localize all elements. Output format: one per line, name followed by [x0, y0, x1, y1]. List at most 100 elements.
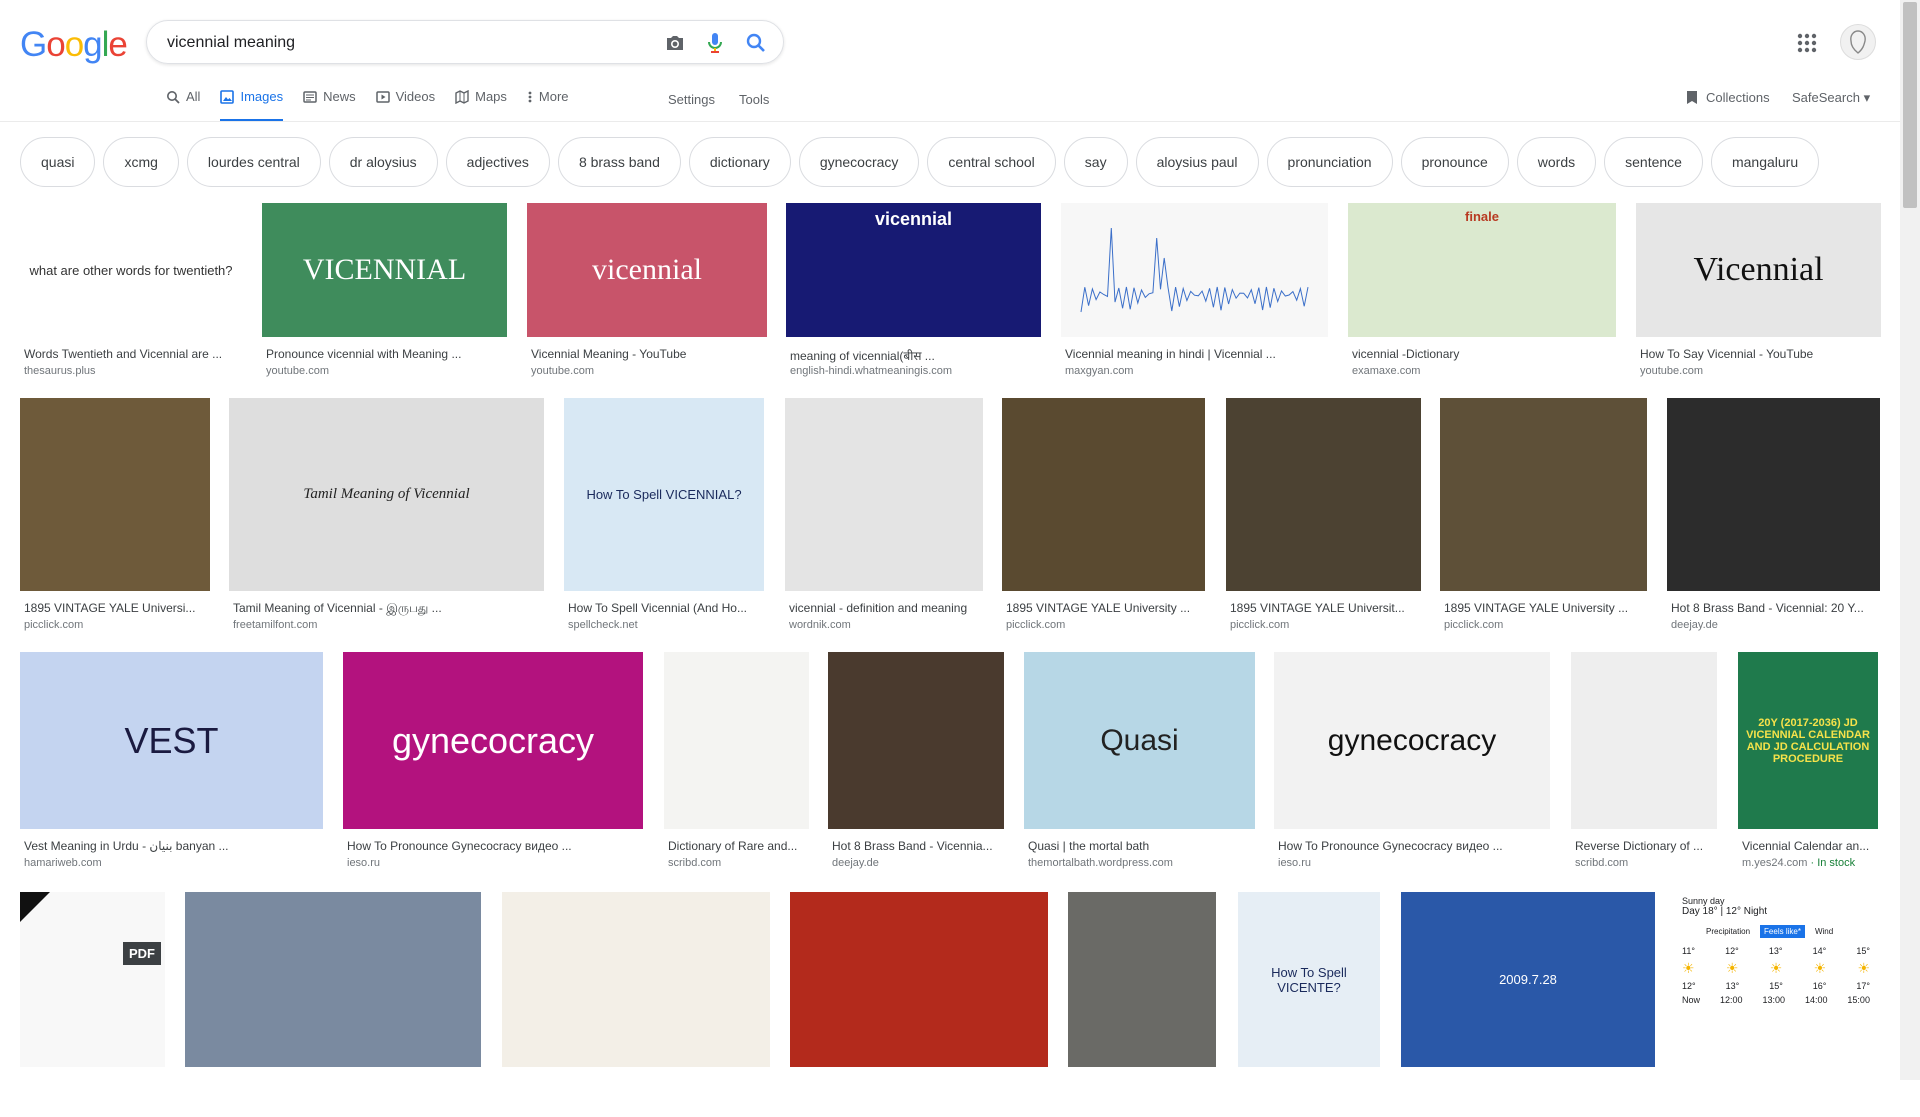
image-result[interactable]: VICENNIAL Pronounce vicennial with Meanin… [262, 203, 507, 387]
result-thumbnail[interactable] [1226, 398, 1421, 591]
image-result[interactable]: Tamil Meaning of Vicennial Tamil Meaning … [229, 398, 544, 641]
result-title[interactable]: 1895 VINTAGE YALE Universit... [1230, 601, 1419, 615]
chip[interactable]: aloysius paul [1135, 137, 1259, 187]
microphone-icon[interactable] [704, 32, 726, 54]
result-title[interactable]: Quasi | the mortal bath [1028, 839, 1253, 853]
result-thumbnail[interactable] [1002, 398, 1205, 591]
result-thumbnail[interactable]: Quasi [1024, 652, 1255, 829]
result-thumbnail[interactable]: How To Spell VICENNIAL? [564, 398, 764, 591]
weather-tab[interactable]: Wind [1811, 925, 1837, 938]
result-thumbnail[interactable]: PDF [20, 892, 165, 1067]
image-result[interactable]: vicennial - definition and meaning wordni… [785, 398, 983, 641]
image-result[interactable]: Dictionary of Rare and... scribd.com [664, 652, 809, 879]
result-title[interactable]: Tamil Meaning of Vicennial - இருபது ... [233, 601, 542, 617]
apps-grid-icon[interactable] [1795, 31, 1819, 55]
chip[interactable]: say [1063, 137, 1128, 187]
chip[interactable]: quasi [20, 137, 96, 187]
result-thumbnail[interactable]: vicennial [527, 203, 767, 337]
result-thumbnail[interactable]: gynecocracy [1274, 652, 1550, 829]
result-thumbnail[interactable] [1440, 398, 1647, 591]
result-thumbnail[interactable] [1068, 892, 1216, 1067]
result-thumbnail[interactable] [185, 892, 481, 1067]
image-result[interactable]: PDF [20, 892, 165, 1117]
result-title[interactable]: Vicennial Calendar an... [1742, 839, 1876, 853]
result-title[interactable]: How To Pronounce Gynecocracy видео ... [1278, 839, 1548, 853]
image-result[interactable]: How To Spell VICENTE? [1238, 892, 1380, 1117]
result-title[interactable]: Words Twentieth and Vicennial are ... [24, 347, 240, 361]
chip[interactable]: adjectives [445, 137, 550, 187]
image-result[interactable]: gynecocracy How To Pronounce Gynecocracy … [343, 652, 643, 879]
search-box[interactable] [146, 20, 784, 64]
result-thumbnail[interactable] [502, 892, 770, 1067]
result-thumbnail[interactable] [1061, 203, 1328, 337]
image-result[interactable]: Vicennial How To Say Vicennial - YouTube y… [1636, 203, 1881, 387]
image-result[interactable]: Hot 8 Brass Band - Vicennia... deejay.de [828, 652, 1004, 879]
result-thumbnail[interactable]: Tamil Meaning of Vicennial [229, 398, 544, 591]
chip[interactable]: pronunciation [1266, 137, 1393, 187]
result-title[interactable]: vicennial - definition and meaning [789, 601, 981, 615]
result-thumbnail[interactable]: 2009.7.28 [1401, 892, 1655, 1067]
result-thumbnail[interactable]: Sunny day Day 18° | 12° Night Precipitatio… [1674, 892, 1878, 1067]
result-thumbnail[interactable] [1571, 652, 1717, 829]
result-title[interactable]: meaning of vicennial(बीस ... [790, 347, 1039, 364]
result-thumbnail[interactable]: How To Spell VICENTE? [1238, 892, 1380, 1067]
result-thumbnail[interactable]: finale [1348, 203, 1616, 337]
chip[interactable]: words [1516, 137, 1597, 187]
tools-link[interactable]: Tools [739, 92, 769, 107]
search-icon[interactable] [745, 32, 767, 54]
image-result[interactable]: gynecocracy How To Pronounce Gynecocracy … [1274, 652, 1550, 879]
account-avatar[interactable] [1840, 24, 1876, 60]
chip[interactable]: pronounce [1400, 137, 1509, 187]
chip[interactable]: mangaluru [1710, 137, 1820, 187]
chip[interactable]: 8 brass band [557, 137, 681, 187]
image-result[interactable] [185, 892, 481, 1117]
chip[interactable]: xcmg [103, 137, 179, 187]
result-thumbnail[interactable] [20, 398, 210, 591]
image-result[interactable]: VEST Vest Meaning in Urdu - بنیان banyan … [20, 652, 323, 879]
image-result[interactable]: Quasi Quasi | the mortal bath themortalbat… [1024, 652, 1255, 879]
settings-link[interactable]: Settings [668, 92, 715, 107]
tab-news[interactable]: News [303, 89, 356, 122]
image-result[interactable] [790, 892, 1048, 1117]
result-title[interactable]: Reverse Dictionary of ... [1575, 839, 1715, 853]
result-title[interactable]: Vest Meaning in Urdu - بنیان banyan ... [24, 839, 321, 853]
result-title[interactable]: Dictionary of Rare and... [668, 839, 807, 853]
search-input[interactable] [165, 31, 639, 55]
image-result[interactable]: finale vicennial -Dictionary examaxe.com [1348, 203, 1616, 387]
result-title[interactable]: How To Say Vicennial - YouTube [1640, 347, 1879, 361]
weather-tab[interactable]: Feels like* [1760, 925, 1805, 938]
image-result[interactable]: 1895 VINTAGE YALE University ... picclick… [1002, 398, 1205, 641]
result-title[interactable]: 1895 VINTAGE YALE Universi... [24, 601, 208, 615]
result-thumbnail[interactable]: vicennial [786, 203, 1041, 337]
result-title[interactable]: Vicennial meaning in hindi | Vicennial .… [1065, 347, 1326, 361]
chip[interactable]: lourdes central [186, 137, 321, 187]
result-thumbnail[interactable] [785, 398, 983, 591]
image-result[interactable]: 1895 VINTAGE YALE Universi... picclick.co… [20, 398, 210, 641]
result-thumbnail[interactable] [664, 652, 809, 829]
image-result[interactable]: vicennial Vicennial Meaning - YouTube yout… [527, 203, 767, 387]
result-thumbnail[interactable]: VEST [20, 652, 323, 829]
image-result[interactable]: 1895 VINTAGE YALE University ... picclick… [1440, 398, 1647, 641]
result-thumbnail[interactable]: VICENNIAL [262, 203, 507, 337]
chip[interactable]: central school [927, 137, 1056, 187]
result-title[interactable]: Hot 8 Brass Band - Vicennia... [832, 839, 1002, 853]
result-thumbnail[interactable] [1667, 398, 1880, 591]
image-result[interactable]: 1895 VINTAGE YALE Universit... picclick.c… [1226, 398, 1421, 641]
image-result[interactable]: 2009.7.28 [1401, 892, 1655, 1117]
image-result[interactable]: 20Y (2017-2036) JD VICENNIAL CALENDAR AN… [1738, 652, 1878, 879]
chip[interactable]: dr aloysius [328, 137, 438, 187]
image-result[interactable] [1068, 892, 1216, 1117]
result-thumbnail[interactable]: Vicennial [1636, 203, 1881, 337]
collections-link[interactable]: Collections [1686, 90, 1770, 105]
result-thumbnail[interactable] [790, 892, 1048, 1067]
weather-tab[interactable]: Precipitation [1702, 925, 1754, 938]
result-title[interactable]: 1895 VINTAGE YALE University ... [1444, 601, 1645, 615]
result-title[interactable]: Pronounce vicennial with Meaning ... [266, 347, 505, 361]
result-thumbnail[interactable]: 20Y (2017-2036) JD VICENNIAL CALENDAR AN… [1738, 652, 1878, 829]
result-title[interactable]: Hot 8 Brass Band - Vicennial: 20 Y... [1671, 601, 1878, 615]
result-title[interactable]: Vicennial Meaning - YouTube [531, 347, 765, 361]
google-logo[interactable]: Google [20, 25, 128, 65]
result-thumbnail[interactable]: what are other words for twentieth? [20, 203, 242, 337]
scrollbar-thumb[interactable] [1903, 2, 1917, 208]
safesearch-dropdown[interactable]: SafeSearch ▾ [1792, 90, 1870, 106]
